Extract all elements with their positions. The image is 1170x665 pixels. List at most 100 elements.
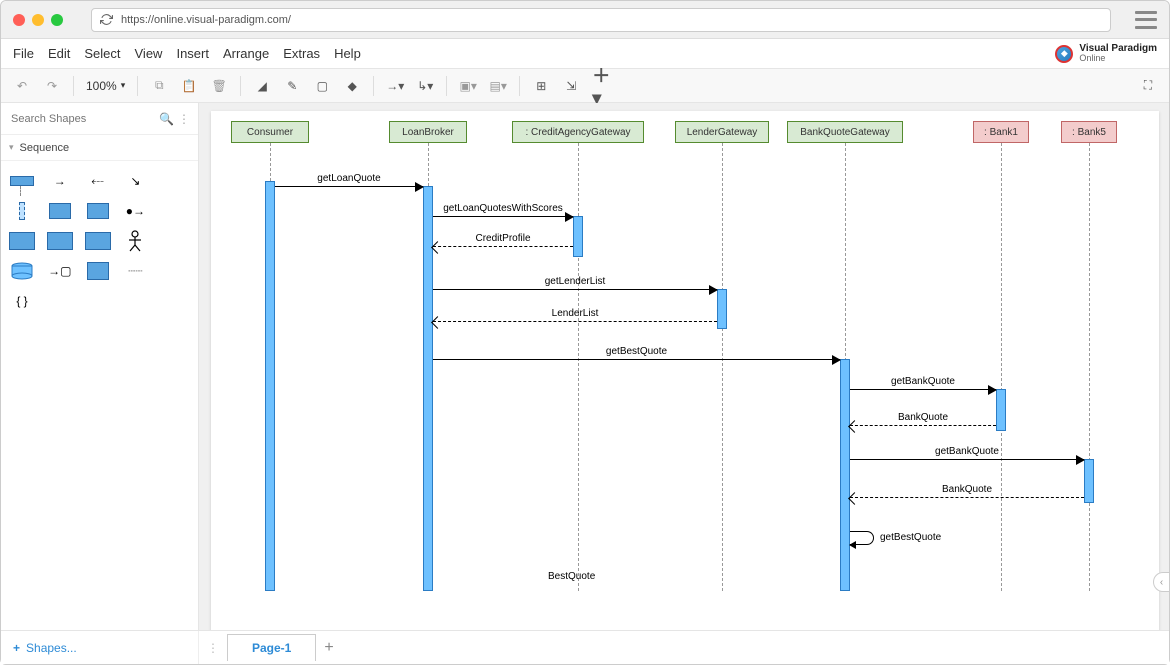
waypoint-icon[interactable]: ↳▾ (416, 77, 434, 95)
shape-note[interactable] (83, 259, 113, 283)
arrowhead-icon (849, 541, 856, 549)
search-shapes-input[interactable] (9, 109, 155, 129)
zoom-dropdown[interactable]: 100% ▾ (86, 79, 125, 93)
shape-return[interactable]: →▢ (45, 259, 75, 283)
shape-fragment-3[interactable] (83, 229, 113, 253)
page-tab-label: Page-1 (252, 641, 291, 655)
menu-insert[interactable]: Insert (176, 46, 209, 61)
message-label: getBestQuote (606, 346, 667, 357)
redo-icon[interactable]: ↷ (43, 77, 61, 95)
menu-help[interactable]: Help (334, 46, 361, 61)
connection-icon[interactable]: →▾ (386, 77, 404, 95)
shape-entity[interactable] (7, 259, 37, 283)
fullscreen-icon[interactable]: ⛶ (1139, 77, 1157, 95)
activation-consumer[interactable] (265, 181, 275, 591)
message-8[interactable]: getBankQuote (850, 459, 1084, 460)
drag-handle-icon[interactable]: ⋮ (207, 641, 219, 655)
message-0[interactable]: getLoanQuote (275, 186, 423, 187)
shape-constraint[interactable]: { } (7, 289, 37, 313)
message-label: LenderList (552, 308, 599, 319)
delete-icon[interactable]: 🗑 (210, 77, 228, 95)
add-icon[interactable]: ＋▾ (592, 77, 610, 95)
window-titlebar: https://online.visual-paradigm.com/ (1, 1, 1169, 39)
activation-bankquote[interactable] (840, 359, 850, 591)
fit-icon[interactable]: ⊞ (532, 77, 550, 95)
add-page-icon[interactable]: + (324, 639, 333, 657)
arrowhead-icon (415, 182, 424, 192)
line-color-icon[interactable]: ✎ (283, 77, 301, 95)
collapse-sidepanel-icon[interactable]: ‹ (1153, 572, 1169, 592)
message-label: CreditProfile (475, 233, 530, 244)
participant-lender[interactable]: LenderGateway (675, 121, 769, 143)
message-label: getBankQuote (891, 376, 955, 387)
copy-icon[interactable]: ⧉ (150, 77, 168, 95)
message-2[interactable]: CreditProfile (433, 246, 573, 247)
participant-consumer[interactable]: Consumer (231, 121, 309, 143)
footer-bar: + Shapes... ⋮ Page-1 + (1, 630, 1169, 664)
participant-credit[interactable]: : CreditAgencyGateway (512, 121, 644, 143)
message-label: getLoanQuotesWithScores (443, 203, 563, 214)
message-4[interactable]: LenderList (433, 321, 717, 322)
shape-blue-2[interactable] (83, 199, 113, 223)
url-bar[interactable]: https://online.visual-paradigm.com/ (91, 8, 1111, 32)
style-icon[interactable]: ◆ (343, 77, 361, 95)
participant-loanbroker[interactable]: LoanBroker (389, 121, 467, 143)
message-1[interactable]: getLoanQuotesWithScores (433, 216, 573, 217)
url-text: https://online.visual-paradigm.com/ (121, 14, 291, 26)
menu-extras[interactable]: Extras (283, 46, 320, 61)
activation-bank1[interactable] (996, 389, 1006, 431)
close-window-icon[interactable] (13, 14, 25, 26)
palette-more-icon[interactable]: ⋮ (178, 112, 190, 126)
page-tab[interactable]: Page-1 (227, 634, 316, 661)
participant-bank1[interactable]: : Bank1 (973, 121, 1029, 143)
shape-found-msg[interactable]: ●→ (120, 199, 150, 223)
shape-arrow-dashed[interactable]: ⤎ (83, 169, 113, 193)
fill-color-icon[interactable]: ◢ (253, 77, 271, 95)
message-3[interactable]: getLenderList (433, 289, 717, 290)
shape-lifeline[interactable] (7, 169, 37, 193)
message-5[interactable]: getBestQuote (433, 359, 840, 360)
activation-bank5[interactable] (1084, 459, 1094, 503)
shape-activation[interactable] (7, 199, 37, 223)
to-back-icon[interactable]: ▤▾ (489, 77, 507, 95)
shape-blue-1[interactable] (45, 199, 75, 223)
activation-lender[interactable] (717, 289, 727, 329)
shape-dashed-line[interactable]: ┄┄ (120, 259, 150, 283)
menu-view[interactable]: View (135, 46, 163, 61)
paste-icon[interactable]: 📋 (180, 77, 198, 95)
menu-select[interactable]: Select (84, 46, 120, 61)
menu-edit[interactable]: Edit (48, 46, 70, 61)
message-6[interactable]: getBankQuote (850, 389, 996, 390)
participant-bankquote[interactable]: BankQuoteGateway (787, 121, 903, 143)
minimize-window-icon[interactable] (32, 14, 44, 26)
undo-icon[interactable]: ↶ (13, 77, 31, 95)
to-front-icon[interactable]: ▣▾ (459, 77, 477, 95)
shadow-icon[interactable]: ▢ (313, 77, 331, 95)
palette-section-sequence[interactable]: Sequence (1, 135, 198, 161)
menu-arrange[interactable]: Arrange (223, 46, 269, 61)
shape-fragment-2[interactable] (45, 229, 75, 253)
zoom-label: 100% (86, 79, 117, 93)
shape-fragment-1[interactable] (7, 229, 37, 253)
menu-file[interactable]: File (13, 46, 34, 61)
message-label: BankQuote (942, 484, 992, 495)
message-9[interactable]: BankQuote (850, 497, 1084, 498)
more-shapes-link[interactable]: + Shapes... (1, 631, 199, 664)
shape-arrow-diag[interactable]: ↘ (120, 169, 150, 193)
maximize-window-icon[interactable] (51, 14, 63, 26)
activation-credit[interactable] (573, 216, 583, 257)
brand-logo[interactable]: ◆ Visual Paradigm Online (1055, 44, 1157, 63)
collapse-icon[interactable]: ⇲ (562, 77, 580, 95)
message-label: getBestQuote (880, 532, 941, 543)
search-icon[interactable]: 🔍 (159, 112, 174, 126)
participant-bank5[interactable]: : Bank5 (1061, 121, 1117, 143)
arrowhead-icon (988, 385, 997, 395)
reload-icon[interactable] (100, 13, 113, 26)
shape-arrow-solid[interactable]: → (45, 169, 75, 193)
shape-actor[interactable] (120, 229, 150, 253)
hamburger-menu-icon[interactable] (1135, 11, 1157, 29)
canvas-area[interactable]: Consumer LoanBroker : CreditAgencyGateway L… (199, 103, 1169, 632)
self-message[interactable]: getBestQuote (850, 531, 874, 545)
diagram-canvas[interactable]: Consumer LoanBroker : CreditAgencyGateway L… (211, 111, 1159, 632)
message-7[interactable]: BankQuote (850, 425, 996, 426)
